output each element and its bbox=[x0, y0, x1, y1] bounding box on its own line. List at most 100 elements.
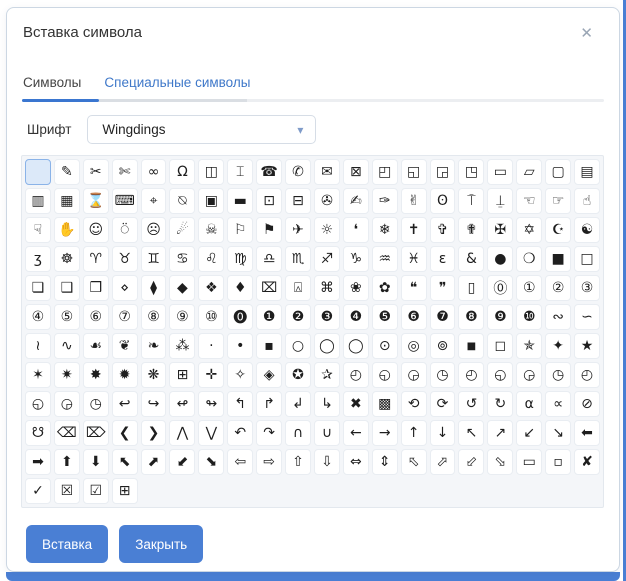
symbol-cell[interactable]: ◈ bbox=[256, 362, 283, 388]
symbol-cell[interactable]: ⇕ bbox=[371, 449, 398, 475]
symbol-cell[interactable]: ⑦ bbox=[111, 304, 138, 330]
symbol-cell[interactable]: ⚐ bbox=[227, 217, 254, 243]
symbol-cell[interactable]: ʒ bbox=[25, 246, 51, 272]
symbol-cell[interactable]: ♍ bbox=[227, 246, 254, 272]
symbol-cell[interactable]: ⊞ bbox=[169, 362, 196, 388]
symbol-cell[interactable]: ✷ bbox=[53, 362, 80, 388]
symbol-cell[interactable]: ☄ bbox=[169, 217, 196, 243]
symbol-cell[interactable]: ∩ bbox=[285, 420, 311, 446]
close-icon[interactable]: ✕ bbox=[576, 24, 597, 43]
symbol-cell[interactable]: ↻ bbox=[487, 391, 514, 417]
symbol-cell[interactable]: ▬ bbox=[227, 188, 254, 214]
symbol-cell[interactable]: ✰ bbox=[313, 362, 340, 388]
symbol-cell[interactable]: ❍ bbox=[516, 246, 543, 272]
symbol-cell[interactable]: ③ bbox=[574, 275, 600, 301]
symbol-cell[interactable]: ⌖ bbox=[140, 188, 167, 214]
symbol-cell[interactable]: ♉ bbox=[111, 246, 138, 272]
symbol-cell[interactable]: ❸ bbox=[313, 304, 340, 330]
symbol-cell[interactable]: ◷ bbox=[545, 362, 572, 388]
symbol-cell[interactable]: ✛ bbox=[198, 362, 225, 388]
symbol-cell[interactable]: ↫ bbox=[169, 391, 196, 417]
symbol-cell[interactable]: ❾ bbox=[487, 304, 514, 330]
symbol-cell[interactable]: ♋ bbox=[169, 246, 196, 272]
symbol-cell[interactable]: ⬃ bbox=[458, 449, 485, 475]
symbol-cell[interactable]: ❝ bbox=[400, 275, 427, 301]
symbol-cell[interactable]: ⌨ bbox=[111, 188, 138, 214]
symbol-cell[interactable]: ☺ bbox=[82, 217, 109, 243]
symbol-cell[interactable]: ☞ bbox=[545, 188, 572, 214]
symbol-cell[interactable]: ✖ bbox=[342, 391, 369, 417]
symbol-cell[interactable]: ⊠ bbox=[342, 159, 369, 185]
symbol-cell[interactable]: ⊙ bbox=[371, 333, 398, 359]
symbol-cell[interactable]: ❑ bbox=[53, 275, 80, 301]
symbol-cell[interactable]: ∪ bbox=[313, 420, 340, 446]
symbol-cell[interactable]: ʘ bbox=[429, 188, 456, 214]
symbol-cell[interactable]: ⑥ bbox=[82, 304, 109, 330]
symbol-cell[interactable]: ❦ bbox=[111, 333, 138, 359]
symbol-cell[interactable]: ✘ bbox=[574, 449, 600, 475]
symbol-cell[interactable]: ✉ bbox=[313, 159, 340, 185]
symbol-cell[interactable]: ✇ bbox=[313, 188, 340, 214]
symbol-cell[interactable]: ↓ bbox=[429, 420, 456, 446]
symbol-cell[interactable]: ▩ bbox=[371, 391, 398, 417]
symbol-cell[interactable]: ⧫ bbox=[140, 275, 167, 301]
symbol-cell[interactable]: ♎ bbox=[256, 246, 283, 272]
symbol-cell[interactable]: ■ bbox=[545, 246, 572, 272]
symbol-cell[interactable]: · bbox=[198, 333, 225, 359]
symbol-cell[interactable]: ✞ bbox=[429, 217, 456, 243]
symbol-cell[interactable]: ♑ bbox=[342, 246, 369, 272]
symbol-cell[interactable]: ↘ bbox=[545, 420, 572, 446]
symbol-cell[interactable]: ❏ bbox=[25, 275, 51, 301]
symbol-cell[interactable]: ⍊ bbox=[487, 188, 514, 214]
symbol-cell[interactable]: ⬅ bbox=[574, 420, 600, 446]
symbol-cell[interactable]: ❼ bbox=[429, 304, 456, 330]
symbol-cell[interactable]: ❧ bbox=[140, 333, 167, 359]
symbol-cell[interactable]: ✟ bbox=[458, 217, 485, 243]
symbol-cell[interactable]: ✠ bbox=[487, 217, 514, 243]
symbol-cell[interactable]: ▭ bbox=[487, 159, 514, 185]
symbol-cell[interactable]: ◯ bbox=[313, 333, 340, 359]
symbol-cell[interactable]: ⇔ bbox=[342, 449, 369, 475]
symbol-cell[interactable]: ◻ bbox=[487, 333, 514, 359]
symbol-cell[interactable]: ▫ bbox=[545, 449, 572, 475]
symbol-cell[interactable]: ▪ bbox=[256, 333, 283, 359]
symbol-cell[interactable]: ▢ bbox=[545, 159, 572, 185]
symbol-cell[interactable]: ♓ bbox=[400, 246, 427, 272]
symbol-cell[interactable]: ❽ bbox=[458, 304, 485, 330]
symbol-cell[interactable]: ⑤ bbox=[53, 304, 80, 330]
symbol-cell[interactable]: ✆ bbox=[285, 159, 311, 185]
symbol-cell[interactable]: ∿ bbox=[53, 333, 80, 359]
symbol-cell[interactable]: ⬉ bbox=[111, 449, 138, 475]
symbol-cell[interactable]: ↺ bbox=[458, 391, 485, 417]
symbol-cell[interactable]: • bbox=[227, 333, 254, 359]
symbol-cell[interactable]: ⌧ bbox=[256, 275, 283, 301]
close-button[interactable]: Закрыть bbox=[119, 525, 204, 563]
symbol-cell[interactable]: ❻ bbox=[400, 304, 427, 330]
symbol-cell[interactable]: ↷ bbox=[256, 420, 283, 446]
symbol-cell[interactable]: ☜ bbox=[516, 188, 543, 214]
symbol-cell[interactable]: ♈ bbox=[82, 246, 109, 272]
symbol-cell[interactable]: ⍉ bbox=[169, 188, 196, 214]
symbol-cell[interactable]: ⁂ bbox=[169, 333, 196, 359]
symbol-cell[interactable]: ❯ bbox=[140, 420, 167, 446]
symbol-cell[interactable]: ☑ bbox=[82, 478, 109, 504]
symbol-cell[interactable]: ☠ bbox=[198, 217, 225, 243]
symbol-cell[interactable]: ⬊ bbox=[198, 449, 225, 475]
symbol-cell[interactable]: ❿ bbox=[516, 304, 543, 330]
symbol-cell[interactable]: ⌘ bbox=[313, 275, 340, 301]
symbol-cell[interactable]: ❀ bbox=[342, 275, 369, 301]
symbol-cell[interactable]: ▥ bbox=[25, 188, 51, 214]
symbol-cell[interactable]: ◷ bbox=[429, 362, 456, 388]
symbol-cell[interactable]: ◾ bbox=[458, 333, 485, 359]
symbol-cell[interactable]: ✦ bbox=[545, 333, 572, 359]
symbol-cell[interactable]: ▣ bbox=[198, 188, 225, 214]
symbol-cell[interactable]: ◱ bbox=[400, 159, 427, 185]
symbol-cell[interactable]: ✶ bbox=[25, 362, 51, 388]
symbol-cell[interactable]: ⚑ bbox=[256, 217, 283, 243]
symbol-cell[interactable]: ◷ bbox=[82, 391, 109, 417]
symbol-cell[interactable]: ⇨ bbox=[256, 449, 283, 475]
symbol-cell[interactable]: ◆ bbox=[169, 275, 196, 301]
symbol-cell[interactable]: ◴ bbox=[574, 362, 600, 388]
symbol-cell[interactable]: ☟ bbox=[25, 217, 51, 243]
symbol-cell[interactable]: ↖ bbox=[458, 420, 485, 446]
